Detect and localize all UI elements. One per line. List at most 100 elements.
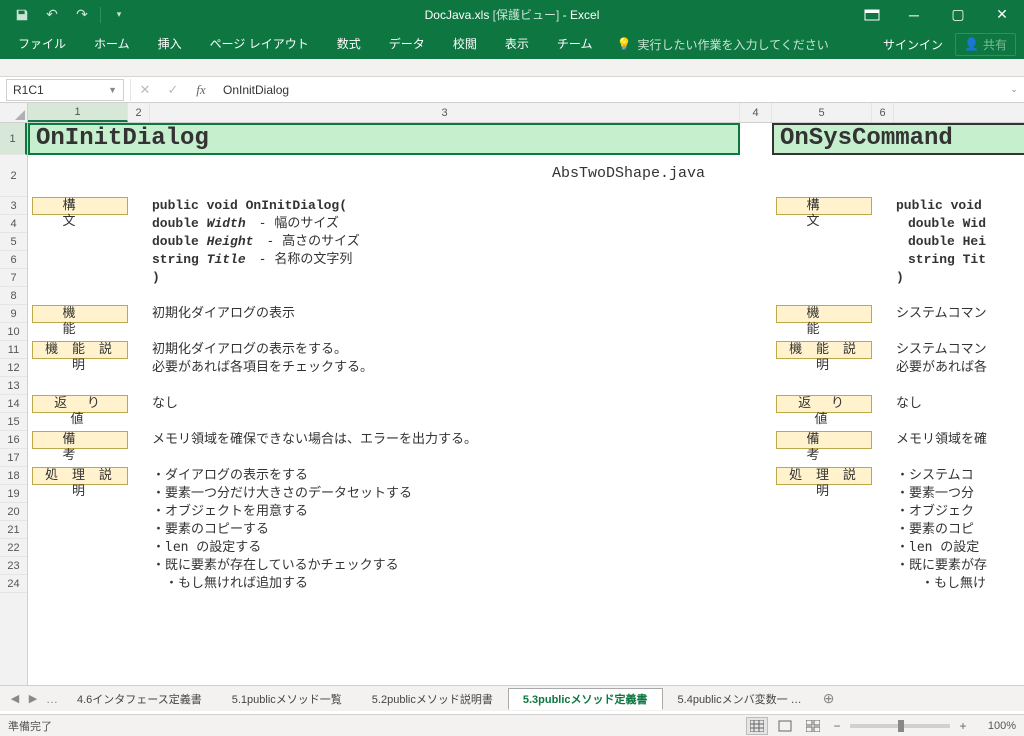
label-process: 処 理 説 明 xyxy=(32,467,128,485)
row-header-3[interactable]: 3 xyxy=(0,197,27,215)
ribbon-display-options[interactable] xyxy=(852,0,892,29)
label-remarks-2: 備 考 xyxy=(776,431,872,449)
sheet-tab-3[interactable]: 5.3publicメソッド定義書 xyxy=(508,688,663,710)
window-title: DocJava.xls [保護ビュー] - Excel xyxy=(425,6,600,23)
share-button[interactable]: 👤 共有 xyxy=(955,33,1016,56)
col-header-2[interactable]: 2 xyxy=(128,103,150,122)
col-header-3[interactable]: 3 xyxy=(150,103,740,122)
worksheet-grid[interactable]: 1 2 3 4 5 6 7 8 9 10 11 12 13 14 15 16 1… xyxy=(0,123,1024,685)
label-syntax-2: 構 文 xyxy=(776,197,872,215)
row-header-18[interactable]: 18 xyxy=(0,467,27,485)
qat-customize[interactable]: ▾ xyxy=(105,3,133,27)
proc-l2: ・要素一つ分だけ大きさのデータセットする xyxy=(152,485,412,503)
method-title-2[interactable]: OnSysCommand xyxy=(772,123,1024,155)
col-header-6[interactable]: 6 xyxy=(872,103,894,122)
col-header-5[interactable]: 5 xyxy=(772,103,872,122)
row-header-22[interactable]: 22 xyxy=(0,539,27,557)
row-header-5[interactable]: 5 xyxy=(0,233,27,251)
row-header-17[interactable]: 17 xyxy=(0,449,27,467)
label-remarks: 備 考 xyxy=(32,431,128,449)
proc-l4: ・要素のコピーする xyxy=(152,521,269,539)
col-header-1[interactable]: 1 xyxy=(28,103,128,122)
proc2-l1: ・システムコ xyxy=(896,467,974,485)
name-box[interactable]: R1C1▼ xyxy=(6,79,124,101)
tab-data[interactable]: データ xyxy=(375,29,439,59)
cancel-formula-button[interactable]: ✕ xyxy=(131,79,159,101)
sheet-nav-prev[interactable]: ◀ xyxy=(6,692,24,705)
tab-insert[interactable]: 挿入 xyxy=(144,29,196,59)
select-all-corner[interactable] xyxy=(0,103,28,122)
tab-formulas[interactable]: 数式 xyxy=(323,29,375,59)
sheet-tab-1[interactable]: 5.1publicメソッド一覧 xyxy=(217,688,357,710)
sheet-tab-2[interactable]: 5.2publicメソッド説明書 xyxy=(357,688,508,710)
signin-link[interactable]: サインイン xyxy=(883,36,943,53)
proc2-l3: ・オブジェク xyxy=(896,503,974,521)
sig2-l4: string Tit xyxy=(908,251,986,269)
row-header-23[interactable]: 23 xyxy=(0,557,27,575)
expand-formula-button[interactable]: ⌄ xyxy=(1004,84,1024,95)
tab-file[interactable]: ファイル xyxy=(4,29,80,59)
desc-l1: 初期化ダイアログの表示をする。 xyxy=(152,341,347,359)
row-header-20[interactable]: 20 xyxy=(0,503,27,521)
row-header-11[interactable]: 11 xyxy=(0,341,27,359)
redo-button[interactable]: ↷ xyxy=(68,3,96,27)
zoom-in-button[interactable]: + xyxy=(956,719,970,733)
method-title-1[interactable]: OnInitDialog xyxy=(28,123,740,155)
minimize-button[interactable]: ─ xyxy=(892,0,936,29)
tab-view[interactable]: 表示 xyxy=(491,29,543,59)
row-header-9[interactable]: 9 xyxy=(0,305,27,323)
row-header-2[interactable]: 2 xyxy=(0,155,27,197)
zoom-out-button[interactable]: − xyxy=(830,719,844,733)
insert-function-button[interactable]: fx xyxy=(187,79,215,101)
label-return-2: 返 り 値 xyxy=(776,395,872,413)
row-header-10[interactable]: 10 xyxy=(0,323,27,341)
row-header-19[interactable]: 19 xyxy=(0,485,27,503)
label-process-2: 処 理 説 明 xyxy=(776,467,872,485)
view-normal-button[interactable] xyxy=(746,717,768,735)
row-header-12[interactable]: 12 xyxy=(0,359,27,377)
row-header-13[interactable]: 13 xyxy=(0,377,27,395)
undo-button[interactable]: ↶ xyxy=(38,3,66,27)
row-header-7[interactable]: 7 xyxy=(0,269,27,287)
tab-home[interactable]: ホーム xyxy=(80,29,144,59)
view-pagelayout-button[interactable] xyxy=(774,717,796,735)
close-button[interactable]: ✕ xyxy=(980,0,1024,29)
tell-me-search[interactable]: 💡 実行したい作業を入力してください xyxy=(616,36,828,53)
sheet-nav-more[interactable]: … xyxy=(42,692,62,706)
sheet-tab-bar: ◀ ▶ … 4.6インタフェース定義書 5.1publicメソッド一覧 5.2p… xyxy=(0,685,1024,711)
proc2-l2: ・要素一つ分 xyxy=(896,485,974,503)
return-text: なし xyxy=(152,395,178,413)
tab-review[interactable]: 校閲 xyxy=(439,29,491,59)
cells-area[interactable]: OnInitDialog AbsTwoDShape.java 構 文 publi… xyxy=(28,123,1024,685)
tab-pagelayout[interactable]: ページ レイアウト xyxy=(196,29,323,59)
sheet-nav-next[interactable]: ▶ xyxy=(24,692,42,705)
enter-formula-button[interactable]: ✓ xyxy=(159,79,187,101)
zoom-level[interactable]: 100% xyxy=(976,720,1016,732)
row-header-4[interactable]: 4 xyxy=(0,215,27,233)
row-header-16[interactable]: 16 xyxy=(0,431,27,449)
new-sheet-button[interactable]: ⊕ xyxy=(817,690,841,707)
proc2-l7: ・もし無け xyxy=(908,575,986,593)
row-header-6[interactable]: 6 xyxy=(0,251,27,269)
row-header-15[interactable]: 15 xyxy=(0,413,27,431)
row-header-21[interactable]: 21 xyxy=(0,521,27,539)
label-return: 返 り 値 xyxy=(32,395,128,413)
function-text: 初期化ダイアログの表示 xyxy=(152,305,295,323)
sheet-tab-4[interactable]: 5.4publicメンバ変数一 … xyxy=(663,688,817,710)
zoom-slider[interactable] xyxy=(850,724,950,728)
row-header-14[interactable]: 14 xyxy=(0,395,27,413)
ribbon-tabs: ファイル ホーム 挿入 ページ レイアウト 数式 データ 校閲 表示 チーム 💡… xyxy=(0,29,1024,59)
chevron-down-icon[interactable]: ▼ xyxy=(108,85,117,95)
formula-input[interactable]: OnInitDialog xyxy=(215,79,1004,101)
row-header-24[interactable]: 24 xyxy=(0,575,27,593)
view-pagebreak-button[interactable] xyxy=(802,717,824,735)
tab-team[interactable]: チーム xyxy=(543,29,607,59)
sheet-tab-0[interactable]: 4.6インタフェース定義書 xyxy=(62,688,217,710)
sig2-l1: public void xyxy=(896,197,982,215)
col-header-4[interactable]: 4 xyxy=(740,103,772,122)
row-header-1[interactable]: 1 xyxy=(0,123,27,155)
save-button[interactable] xyxy=(8,3,36,27)
zoom-slider-thumb[interactable] xyxy=(898,720,904,732)
maximize-button[interactable]: ▢ xyxy=(936,0,980,29)
row-header-8[interactable]: 8 xyxy=(0,287,27,305)
